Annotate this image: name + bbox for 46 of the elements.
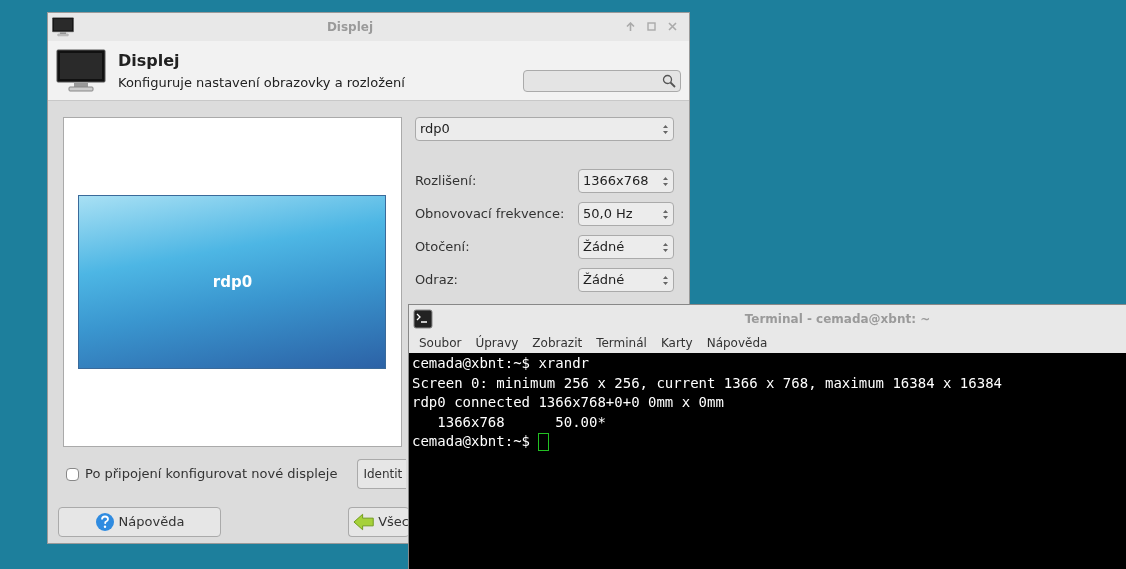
monitor-icon (52, 17, 74, 37)
identify-button[interactable]: Identit (357, 459, 407, 489)
menu-item[interactable]: Karty (660, 334, 693, 352)
menu-item[interactable]: Úpravy (475, 334, 519, 352)
terminal-icon (413, 309, 433, 329)
setting-label: Rozlišení: (414, 172, 477, 191)
all-button[interactable]: Všec (348, 507, 409, 537)
window-title: Displej (325, 19, 375, 36)
spinner-arrows-icon (662, 208, 669, 220)
window-title: Terminal - cemada@xbnt: ~ (743, 311, 932, 328)
arrow-left-icon (353, 513, 375, 531)
terminal-line: rdp0 connected 1366x768+0+0 0mm x 0mm (412, 393, 724, 412)
setting-dropdown[interactable]: Žádné (578, 268, 674, 292)
terminal-line: 1366x768 50.00* (436, 412, 606, 432)
menu-item[interactable]: Terminál (596, 334, 647, 352)
maximize-icon[interactable] (647, 22, 656, 31)
setting-dropdown[interactable]: 50,0 Hz (578, 202, 674, 226)
spinner-arrows-icon (662, 241, 669, 253)
setting-dropdown[interactable]: Žádné (578, 235, 674, 259)
search-icon (662, 73, 676, 88)
menu-item[interactable]: Zobrazit (532, 334, 583, 352)
header-subtitle: Konfiguruje nastavení obrazovky a rozložení (118, 73, 406, 92)
header-title: Displej (118, 49, 181, 72)
help-icon (94, 512, 115, 532)
setting-label: Otočení: (414, 238, 470, 257)
checkbox-label: Po připojení konfigurovat nové displeje (85, 465, 338, 484)
terminal-line: Screen 0: minimum 256 x 256, current 1366 x 768, maximum 16384 x 16384 (412, 373, 1002, 393)
setting-dropdown[interactable]: 1366x768 (578, 169, 674, 193)
menu-item[interactable]: Nápověda (706, 334, 768, 352)
monitor-label: rdp0 (212, 271, 253, 293)
checkbox[interactable] (66, 467, 79, 481)
spinner-arrows-icon (662, 175, 669, 187)
spinner-arrows-icon (662, 274, 669, 286)
setting-label: Odraz: (414, 271, 458, 290)
search-field[interactable] (523, 69, 681, 92)
setting-label: Obnovovací frekvence: (414, 205, 565, 224)
text-cursor (538, 432, 550, 451)
monitor-icon (56, 48, 106, 93)
help-button[interactable]: Nápověda (58, 507, 221, 537)
terminal-line: cemada@xbnt:~$ xrandr (412, 354, 589, 373)
close-icon[interactable] (668, 22, 677, 31)
output-dropdown[interactable]: rdp0 (414, 117, 674, 141)
arrow-up-icon[interactable] (626, 22, 635, 32)
menu-item[interactable]: Soubor (419, 334, 462, 352)
spinner-arrows-icon (662, 123, 669, 135)
terminal-line: cemada@xbnt:~$ (412, 432, 531, 451)
